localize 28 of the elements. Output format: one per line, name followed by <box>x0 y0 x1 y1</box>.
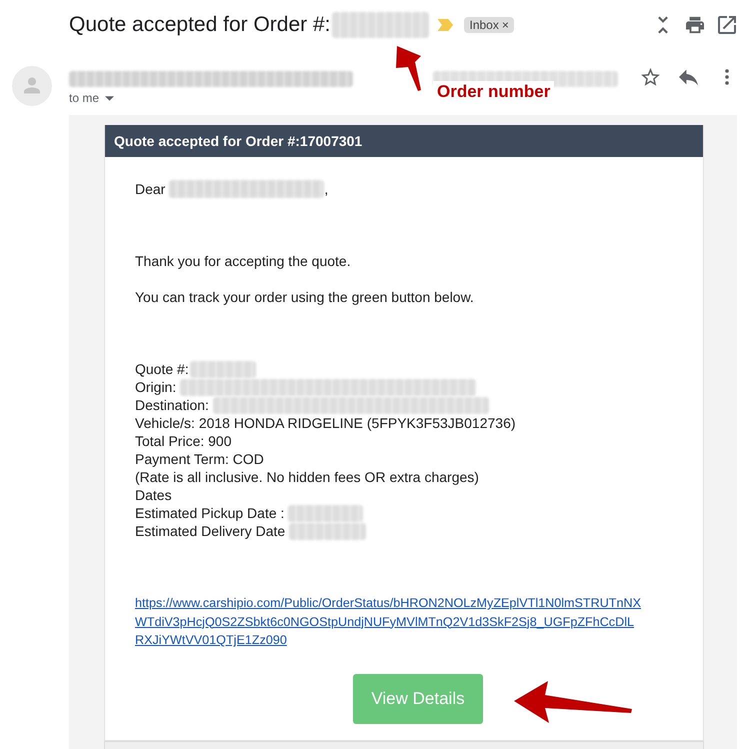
print-icon[interactable] <box>686 16 704 34</box>
body-paragraph: You can track your order using the green button below. <box>135 288 475 306</box>
detail-text: Destination: <box>135 396 209 414</box>
open-in-new-window-icon[interactable] <box>718 16 736 34</box>
reply-icon[interactable] <box>679 68 698 86</box>
detail-text: Total Price: 900 <box>135 432 232 450</box>
remove-label-button[interactable]: × <box>502 18 509 32</box>
avatar-icon <box>12 66 52 106</box>
greeting-punctuation: , <box>324 180 328 198</box>
email-subject: Quote accepted for Order #: <box>69 13 330 37</box>
greeting-text: Dear <box>135 180 166 198</box>
email-header-bar: Quote accepted for Order #:17007301 <box>105 125 703 157</box>
label-text: Inbox <box>469 18 499 32</box>
caret-icon <box>105 96 114 100</box>
importance-marker-icon[interactable] <box>438 19 454 31</box>
order-status-link[interactable]: https://www.carshipio.com/Public/OrderStatus/bHRON2NOLzMyZEplVTl1N0lmSTRUTnNXWTdiV3pHcjQ0S2ZSbkt6c0NGOStpUndjNUFyMVlMTnQ2V1d3SkF2Sj8_UGFpZFhCcDlLRXJiYWtVV01QTjE1Zz090 <box>135 594 643 650</box>
body-paragraph: Thank you for accepting the quote. <box>135 252 352 270</box>
detail-text: Quote #: <box>135 360 189 378</box>
detail-text: (Rate is all inclusive. No hidden fees OR extra charges) <box>135 468 479 486</box>
detail-text: Estimated Delivery Date <box>135 522 286 540</box>
more-options-icon[interactable] <box>725 69 729 85</box>
star-icon[interactable] <box>641 68 660 86</box>
recipient-details-button[interactable]: to me <box>69 91 114 105</box>
detail-text: Dates <box>135 486 172 504</box>
detail-text: Estimated Pickup Date : <box>135 504 284 522</box>
detail-text: Payment Term: COD <box>135 450 264 468</box>
detail-text: Vehicle/s: 2018 HONDA RIDGELINE (5FPYK3F53JB012736) <box>135 414 516 432</box>
detail-text: Origin: <box>135 378 176 396</box>
